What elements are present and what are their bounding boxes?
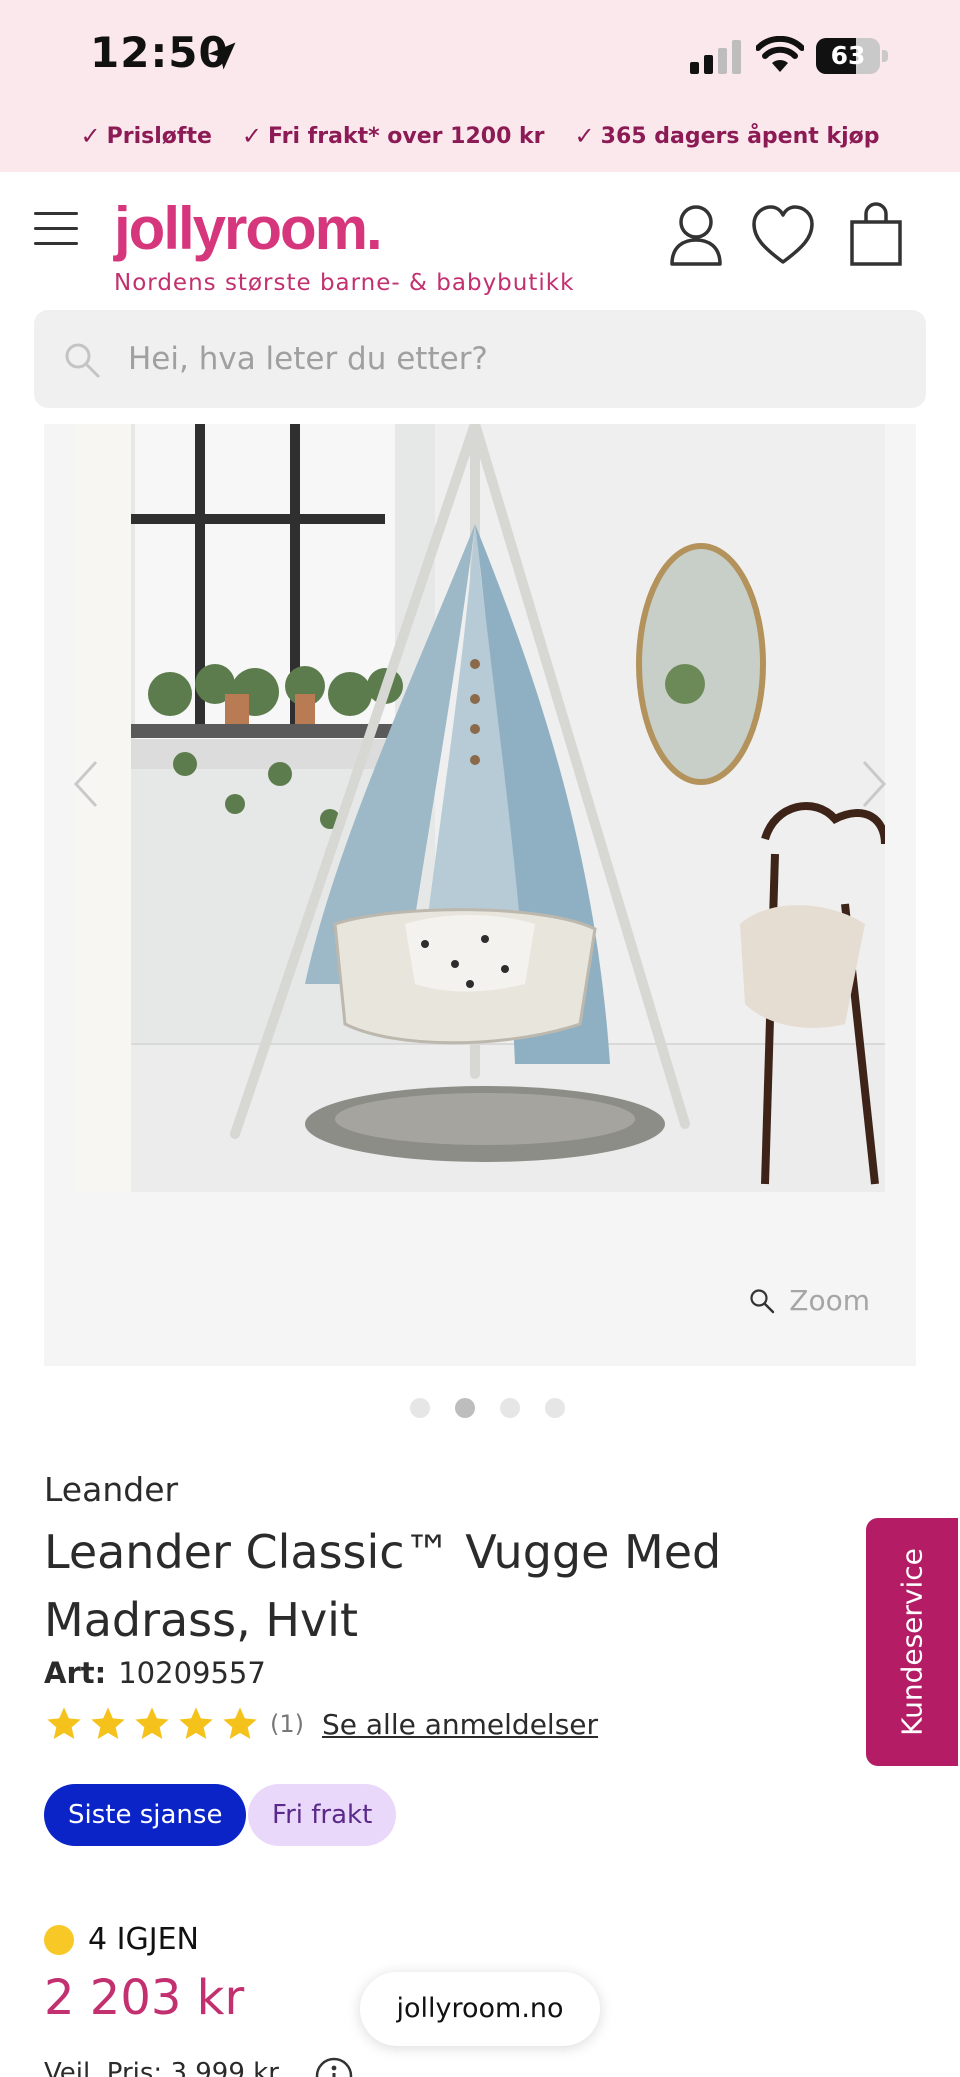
star-icon [179,1707,213,1739]
battery-level-text: 63 [830,41,866,70]
usp-item: ✓ Fri frakt* over 1200 kr [241,122,545,150]
product-price: 2 203 kr [44,1970,245,2026]
review-count: (1) [270,1710,304,1738]
heart-icon[interactable] [750,202,816,268]
check-icon: ✓ [574,122,595,150]
zoom-icon [750,1288,775,1313]
article-value: 10209557 [118,1656,266,1690]
zoom-label: Zoom [789,1284,870,1317]
gallery-dots [410,1398,565,1418]
star-icon [135,1707,169,1739]
star-icon [223,1707,257,1739]
location-arrow-icon [208,42,236,70]
customer-service-label: Kundeservice [895,1548,929,1736]
gallery-dot[interactable] [500,1398,520,1418]
article-label: Art: [44,1656,107,1690]
product-title: Leander Classic™ Vugge Med Madrass, Hvit [44,1525,722,1647]
status-bar: 12:50 63 ✓ Prisløfte ✓ Fri frakt* over 120… [0,0,960,172]
article-number: Art: 10209557 [44,1656,266,1690]
menu-button[interactable] [34,212,80,248]
recommended-price: Veil. Pris: 3 999 kr [44,2058,279,2077]
product-gallery: Zoom [44,424,916,1366]
stock-status: 4 IGJEN [44,1922,199,1957]
site-tagline: Nordens største barne- & babybutikk [114,270,575,296]
cart-icon[interactable] [846,202,906,268]
usp-bar: ✓ Prisløfte ✓ Fri frakt* over 1200 kr ✓ 365… [0,122,960,150]
gallery-dot[interactable] [410,1398,430,1418]
browser-url-pill[interactable]: jollyroom.no [360,1972,600,2046]
see-all-reviews-link[interactable]: Se alle anmeldelser [322,1708,598,1741]
info-icon[interactable] [314,2056,354,2077]
star-icon [47,1707,81,1739]
usp-item: ✓ Prisløfte [80,122,212,150]
star-icon [91,1707,125,1739]
product-image[interactable] [75,424,885,1192]
previous-image-arrow-icon[interactable] [66,754,106,814]
gallery-dot-active[interactable] [455,1398,475,1418]
account-icon[interactable] [666,202,726,268]
search-bar[interactable] [34,310,926,408]
stock-dot-icon [44,1924,74,1955]
menu-icon [34,212,78,215]
site-logo[interactable]: jollyroom. [114,194,383,263]
usp-item: ✓ 365 dagers åpent kjøp [574,122,880,150]
product-rating[interactable]: (1) Se alle anmeldelser [44,1704,598,1744]
search-icon [65,343,100,378]
cradle-photo [75,424,885,1192]
free-shipping-badge: Fri frakt [248,1784,397,1846]
cellular-signal-icon [690,40,741,74]
next-image-arrow-icon[interactable] [854,754,894,814]
stock-text: 4 IGJEN [88,1922,199,1957]
zoom-button[interactable]: Zoom [749,1284,870,1317]
wifi-icon [756,36,804,72]
gallery-dot[interactable] [545,1398,565,1418]
check-icon: ✓ [80,122,101,150]
battery-indicator: 63 [816,38,890,74]
search-input[interactable] [128,332,888,386]
customer-service-tab[interactable]: Kundeservice [866,1518,958,1766]
product-brand[interactable]: Leander [44,1470,178,1509]
last-chance-badge: Siste sjanse [44,1784,247,1846]
check-icon: ✓ [241,122,263,150]
